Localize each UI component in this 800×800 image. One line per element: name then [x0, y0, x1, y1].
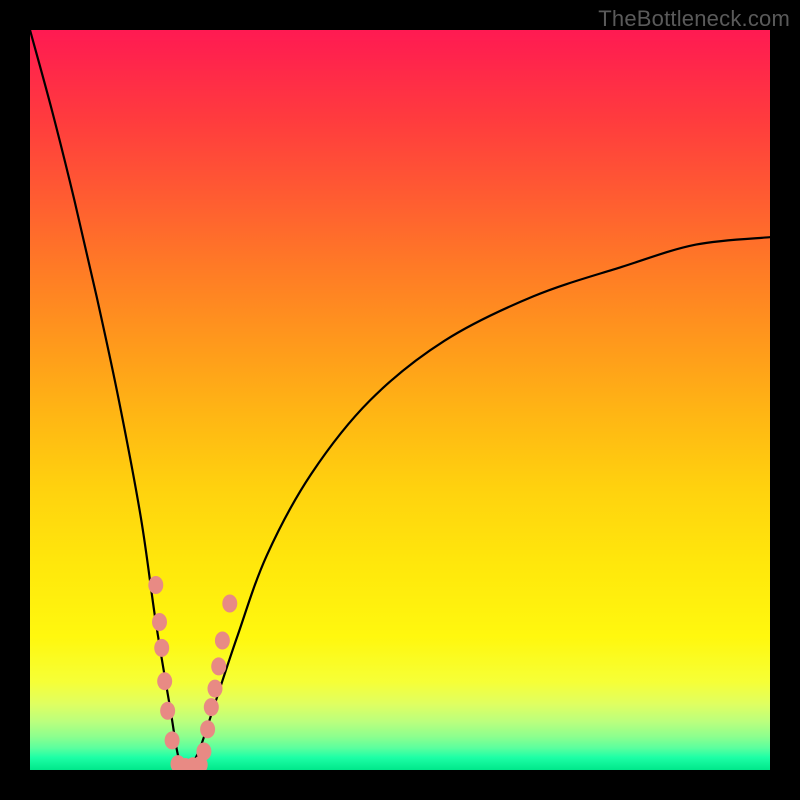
plot-area — [30, 30, 770, 770]
data-point — [165, 731, 180, 749]
chart-frame: TheBottleneck.com — [0, 0, 800, 800]
bottleneck-curve — [30, 30, 770, 770]
data-point — [200, 720, 215, 738]
chart-svg — [30, 30, 770, 770]
data-point — [196, 743, 211, 761]
data-point — [154, 639, 169, 657]
data-point — [157, 672, 172, 690]
watermark-text: TheBottleneck.com — [598, 6, 790, 32]
data-point — [215, 632, 230, 650]
data-point — [211, 657, 226, 675]
data-point — [204, 698, 219, 716]
data-point — [152, 613, 167, 631]
data-point — [222, 595, 237, 613]
data-point — [148, 576, 163, 594]
data-point — [160, 702, 175, 720]
data-point — [208, 680, 223, 698]
